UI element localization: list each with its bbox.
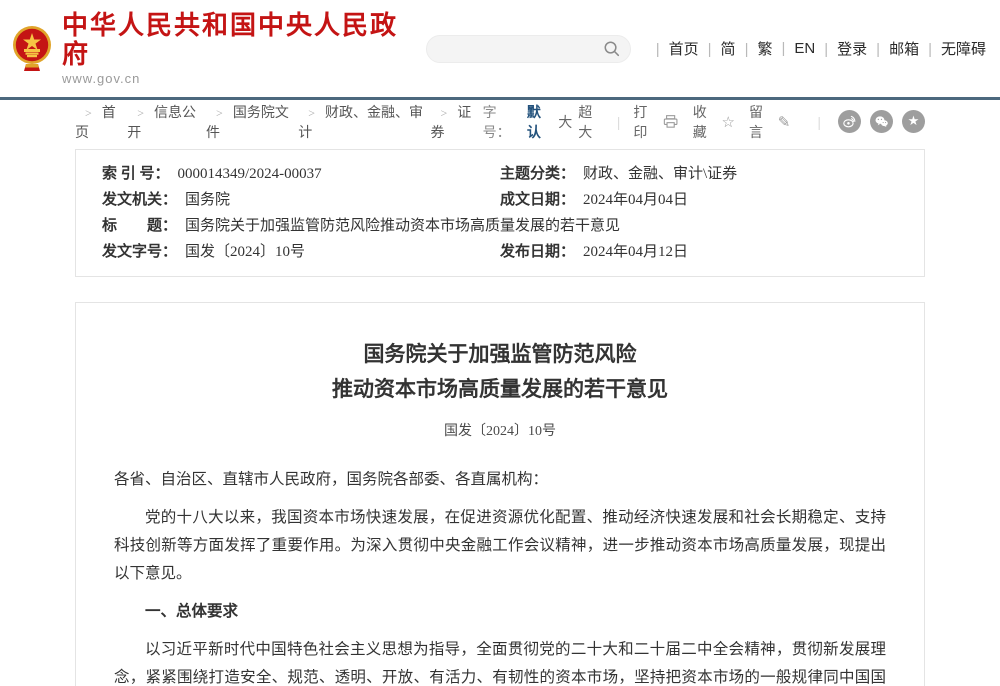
- meta-title-value: 国务院关于加强监管防范风险推动资本市场高质量发展的若干意见: [185, 213, 620, 239]
- top-nav-link[interactable]: 首页: [647, 38, 699, 59]
- site-logo[interactable]: 中华人民共和国中央人民政府 www.gov.cn: [12, 11, 426, 86]
- meta-doc-no-label: 发文字号：: [102, 239, 177, 265]
- document-body: 各省、自治区、直辖市人民政府，国务院各部委、各直属机构： 党的十八大以来，我国资本…: [114, 466, 886, 686]
- document-paragraph: 党的十八大以来，我国资本市场快速发展，在促进资源优化配置、推动经济快速发展和社会…: [114, 504, 886, 588]
- document-title-line2: 推动资本市场高质量发展的若干意见: [114, 372, 886, 407]
- breadcrumb-link[interactable]: 首页: [75, 102, 127, 142]
- pencil-icon: ✎: [778, 113, 791, 131]
- top-nav-link[interactable]: EN: [772, 40, 815, 57]
- meta-index-label: 索 引 号：: [102, 161, 170, 187]
- meta-doc-no-value: 国发〔2024〕10号: [185, 239, 305, 265]
- breadcrumb-link[interactable]: 国务院文件: [206, 102, 298, 142]
- meta-issuer-label: 发文机关：: [102, 187, 177, 213]
- font-size-default[interactable]: 默认: [527, 102, 552, 142]
- meta-publish-date-value: 2024年04月12日: [583, 239, 688, 265]
- weibo-share-button[interactable]: [838, 110, 861, 133]
- meta-written-date-value: 2024年04月04日: [583, 187, 688, 213]
- meta-row: 索 引 号： 000014349/2024-00037 主题分类： 财政、金融、…: [76, 161, 924, 187]
- meta-row: 发文机关： 国务院 成文日期： 2024年04月04日: [76, 187, 924, 213]
- font-size-large[interactable]: 大: [558, 112, 572, 132]
- meta-row: 发文字号： 国发〔2024〕10号 发布日期： 2024年04月12日: [76, 239, 924, 265]
- toolbar-separator: |: [817, 114, 821, 130]
- print-button[interactable]: 打印: [633, 102, 678, 142]
- search-input[interactable]: [441, 40, 603, 57]
- breadcrumb-link[interactable]: 信息公开: [127, 102, 206, 142]
- top-nav-link[interactable]: 简: [699, 38, 736, 59]
- meta-issuer-value: 国务院: [185, 187, 230, 213]
- meta-publish-date-label: 发布日期：: [500, 239, 575, 265]
- document-title-line1: 国务院关于加强监管防范风险: [114, 337, 886, 372]
- star-outline-icon: ☆: [722, 113, 735, 131]
- site-title: 中华人民共和国中央人民政府: [62, 11, 426, 68]
- breadcrumb-link[interactable]: 证券: [430, 102, 482, 142]
- meta-title-label: 标 题：: [102, 213, 177, 239]
- top-nav-link[interactable]: 无障碍: [919, 38, 986, 59]
- site-url: www.gov.cn: [62, 71, 426, 86]
- breadcrumb-link[interactable]: 财政、金融、审计: [298, 102, 430, 142]
- meta-written-date-label: 成文日期：: [500, 187, 575, 213]
- site-header: 中华人民共和国中央人民政府 www.gov.cn 首页简繁EN登录邮箱无障碍: [0, 0, 1000, 97]
- printer-icon: [663, 114, 678, 129]
- favorite-share-button[interactable]: ★: [902, 110, 925, 133]
- top-nav-link[interactable]: 邮箱: [867, 38, 919, 59]
- toolbar: 首页信息公开国务院文件财政、金融、审计证券 字号： 默认 大 超大 | 打印 收…: [75, 100, 925, 143]
- document-number: 国发〔2024〕10号: [114, 420, 886, 440]
- top-nav-link[interactable]: 繁: [736, 38, 773, 59]
- document-paragraph: 各省、自治区、直辖市人民政府，国务院各部委、各直属机构：: [114, 466, 886, 494]
- meta-topic-value: 财政、金融、审计\证券: [583, 161, 737, 187]
- document-meta-table: 索 引 号： 000014349/2024-00037 主题分类： 财政、金融、…: [75, 149, 925, 277]
- search-box[interactable]: [426, 35, 631, 63]
- share-row: ★: [838, 110, 925, 133]
- weibo-icon: [842, 114, 857, 129]
- document-content: 国务院关于加强监管防范风险 推动资本市场高质量发展的若干意见 国发〔2024〕1…: [75, 302, 925, 686]
- document-title: 国务院关于加强监管防范风险 推动资本市场高质量发展的若干意见: [114, 337, 886, 407]
- breadcrumb: 首页信息公开国务院文件财政、金融、审计证券: [75, 102, 483, 142]
- toolbar-separator: |: [617, 114, 621, 130]
- comment-button[interactable]: 留言 ✎: [749, 102, 790, 142]
- meta-topic-label: 主题分类：: [500, 161, 575, 187]
- top-nav: 首页简繁EN登录邮箱无障碍: [647, 38, 986, 59]
- search-icon[interactable]: [603, 40, 620, 57]
- font-size-xlarge[interactable]: 超大: [578, 102, 603, 142]
- meta-index-value: 000014349/2024-00037: [178, 161, 322, 187]
- font-size-label: 字号：: [483, 102, 521, 142]
- national-emblem-icon: [12, 25, 52, 73]
- favorite-button[interactable]: 收藏 ☆: [693, 102, 735, 142]
- meta-row: 标 题： 国务院关于加强监管防范风险推动资本市场高质量发展的若干意见: [76, 213, 924, 239]
- document-paragraph: 一、总体要求: [114, 598, 886, 626]
- document-paragraph: 以习近平新时代中国特色社会主义思想为指导，全面贯彻党的二十大和二十届二中全会精神…: [114, 636, 886, 686]
- wechat-share-button[interactable]: [870, 110, 893, 133]
- wechat-icon: [874, 114, 889, 129]
- star-badge-icon: ★: [908, 115, 920, 128]
- top-nav-link[interactable]: 登录: [815, 38, 867, 59]
